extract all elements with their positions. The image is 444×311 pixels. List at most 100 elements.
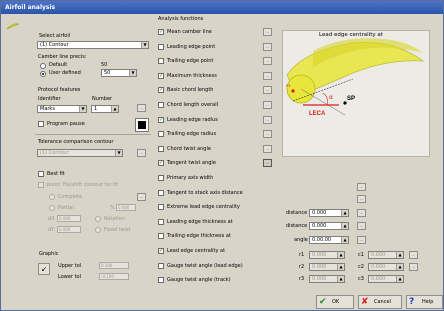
tangent-stack-button[interactable]: … <box>357 183 366 191</box>
function-settings-button[interactable]: … <box>263 145 272 153</box>
ok-button[interactable]: ✔ OK <box>316 295 354 309</box>
spin-icon[interactable]: ▲ <box>337 276 344 282</box>
function-checkbox[interactable] <box>158 190 164 196</box>
leca-label: LECA <box>309 111 326 117</box>
function-settings-button[interactable]: … <box>263 159 272 167</box>
spin-icon[interactable]: ▲ <box>111 106 118 112</box>
distance2-field[interactable]: 0.000 ▲ <box>309 222 349 230</box>
number-field[interactable]: 1 ▲ <box>91 105 119 113</box>
function-label: Chord length overall <box>167 102 218 108</box>
function-checkbox[interactable]: ✓ <box>158 73 164 79</box>
angle-field[interactable]: 0.00.00 ▲ <box>309 236 349 244</box>
function-checkbox[interactable] <box>158 219 164 225</box>
function-settings-button[interactable]: … <box>263 86 272 94</box>
spin-icon[interactable]: ▲ <box>396 276 403 282</box>
function-label: Gauge twist angle (track) <box>167 277 231 283</box>
function-checkbox[interactable] <box>158 204 164 210</box>
spin-icon[interactable]: ▲ <box>341 223 348 229</box>
program-pause-checkbox[interactable] <box>38 121 44 127</box>
function-checkbox[interactable]: ✓ <box>158 87 164 93</box>
spin-icon[interactable]: ▲ <box>341 210 348 216</box>
partial-radio[interactable] <box>49 205 55 211</box>
extreme-centrality-button[interactable]: … <box>357 195 366 203</box>
function-checkbox[interactable] <box>158 58 164 64</box>
chevron-down-icon[interactable]: ▼ <box>141 42 148 48</box>
airfoil-select[interactable]: (1) Contour ▼ <box>37 41 149 49</box>
c1-field[interactable]: 0.000 ▲ <box>368 251 404 259</box>
spin-icon[interactable]: ▲ <box>341 237 348 243</box>
p1-point <box>291 89 295 93</box>
angle-button[interactable]: … <box>357 236 366 244</box>
function-settings-button[interactable]: … <box>263 28 272 36</box>
function-checkbox[interactable] <box>158 263 164 269</box>
complete-radio[interactable] <box>49 194 55 200</box>
rotation-radio[interactable] <box>95 216 101 222</box>
chevron-down-icon[interactable]: ▼ <box>129 70 136 76</box>
dy-field[interactable]: 0.000 <box>57 226 81 233</box>
user-defined-select[interactable]: 50 ▼ <box>101 69 137 77</box>
partial-label: Partial <box>58 205 74 211</box>
color-swatch[interactable] <box>135 118 149 132</box>
function-checkbox[interactable]: ✓ <box>158 29 164 35</box>
default-radio[interactable] <box>40 63 46 69</box>
select-airfoil-label: Select airfoil <box>39 33 71 39</box>
distance-field[interactable]: 0.000 ▲ <box>309 209 349 217</box>
help-button[interactable]: ? Help <box>406 295 443 309</box>
spin-icon[interactable]: ▲ <box>337 264 344 270</box>
upper-tol-field[interactable]: 0.100 <box>99 262 129 269</box>
r2-field[interactable]: 0.000 ▲ <box>309 263 345 271</box>
spin-icon[interactable]: ▲ <box>337 252 344 258</box>
graphic-button[interactable]: ↙ <box>38 263 50 275</box>
function-checkbox[interactable] <box>158 44 164 50</box>
window-title: Airfoil analysis <box>1 1 443 14</box>
gauge-track-button[interactable]: … <box>409 263 418 271</box>
function-settings-button[interactable]: … <box>263 43 272 51</box>
function-label: Trailing edge thickness at <box>167 233 231 239</box>
best-fit-checkbox[interactable] <box>38 171 44 177</box>
function-checkbox[interactable]: ✓ <box>158 160 164 166</box>
function-settings-button[interactable]: … <box>263 116 272 124</box>
distance2-button[interactable]: … <box>357 222 366 230</box>
function-settings-button[interactable]: … <box>263 101 272 109</box>
preview-panel: SP LECA α P1 <box>282 30 430 157</box>
r3-field[interactable]: 0.000 ▲ <box>309 275 345 283</box>
function-checkbox[interactable] <box>158 277 164 283</box>
fixed-twist-radio[interactable] <box>95 227 101 233</box>
chevron-down-icon[interactable]: ▼ <box>115 150 122 156</box>
function-settings-button[interactable]: … <box>263 72 272 80</box>
function-checkbox[interactable] <box>158 233 164 239</box>
spin-icon[interactable]: ▲ <box>396 252 403 258</box>
c3-label: c3 <box>358 276 364 282</box>
dy-label: dY <box>48 227 55 233</box>
function-checkbox[interactable] <box>158 102 164 108</box>
function-settings-button[interactable]: … <box>263 130 272 138</box>
protocol-browse-button[interactable]: … <box>137 104 146 112</box>
tolerance-browse-button[interactable]: … <box>137 149 146 157</box>
complete-options-button[interactable]: … <box>137 193 146 201</box>
percent-field[interactable]: 0.000 <box>116 204 136 211</box>
function-checkbox[interactable]: ✓ <box>158 248 164 254</box>
distance-button[interactable]: … <box>357 209 366 217</box>
function-checkbox[interactable]: ✓ <box>158 117 164 123</box>
identifier-select[interactable]: Marks ▼ <box>37 105 87 113</box>
cancel-button[interactable]: ✘ Cancel <box>358 295 402 309</box>
r1-field[interactable]: 0.000 ▲ <box>309 251 345 259</box>
pivot-checkbox[interactable] <box>38 182 44 188</box>
chevron-down-icon[interactable]: ▼ <box>79 106 86 112</box>
dx-field[interactable]: 0.000 <box>57 215 81 222</box>
function-checkbox[interactable] <box>158 131 164 137</box>
function-checkbox[interactable] <box>158 146 164 152</box>
c3-field[interactable]: 0.000 ▲ <box>368 275 404 283</box>
protocol-title: Protocol features <box>38 87 81 93</box>
function-checkbox[interactable] <box>158 175 164 181</box>
gauge-lead-button[interactable]: … <box>409 251 418 259</box>
function-settings-button[interactable]: … <box>263 57 272 65</box>
user-defined-radio[interactable] <box>40 71 46 77</box>
tolerance-select[interactable]: (1) Contour ▼ <box>37 149 123 157</box>
left-divider <box>35 134 151 135</box>
lower-tol-field[interactable]: -0.100 <box>99 273 129 280</box>
functions-title: Analysis functions <box>158 16 204 22</box>
spin-icon[interactable]: ▲ <box>396 264 403 270</box>
c2-field[interactable]: 0.000 ▲ <box>368 263 404 271</box>
function-label: Leading edge thickness at <box>167 219 233 225</box>
